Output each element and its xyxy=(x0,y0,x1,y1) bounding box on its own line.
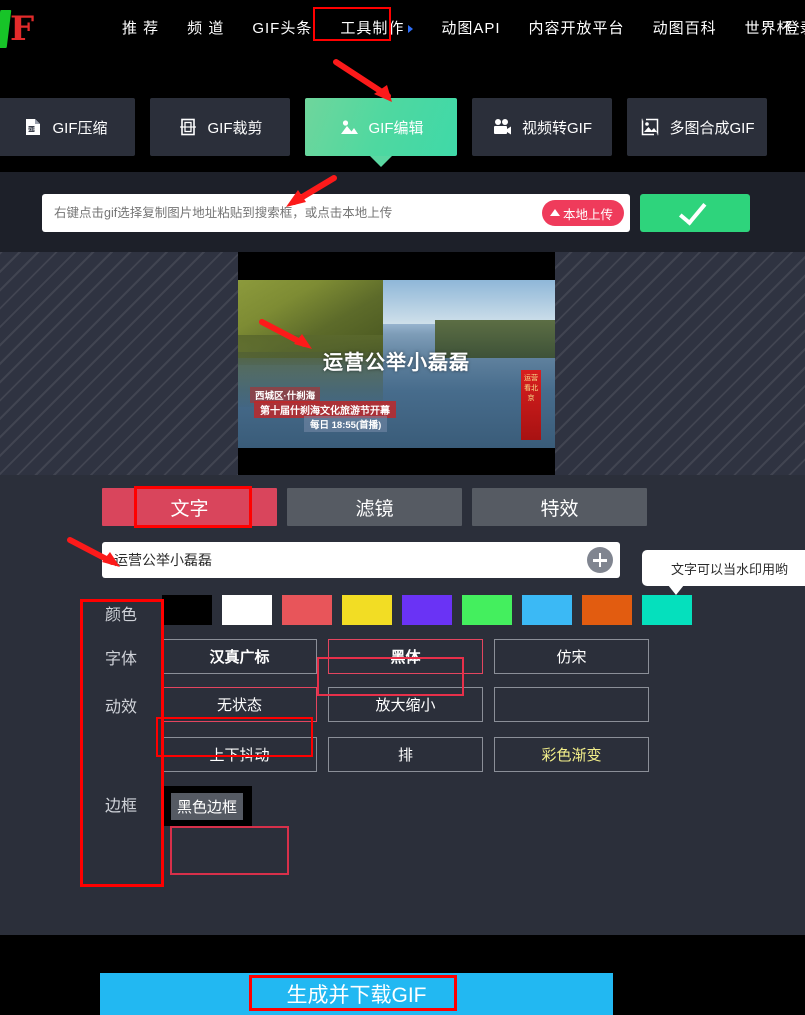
color-swatch-coral-red[interactable] xyxy=(282,595,332,625)
color-swatch-teal[interactable] xyxy=(642,595,692,625)
option-rows: 颜色 字体 汉真广标 黑体 仿宋 动效 无状态 放大缩小 上下抖动 排 彩色渐变… xyxy=(102,595,692,835)
gif-preview-frame[interactable]: 运营公举小磊磊 西城区·什刹海 第十届什刹海文化旅游节开幕 每日 18:55(首… xyxy=(238,252,555,475)
animation-option-none[interactable]: 无状态 xyxy=(162,687,317,722)
font-option-hanzhenguangbiao[interactable]: 汉真广标 xyxy=(162,639,317,674)
tool-tab-gif-crop-label: GIF裁剪 xyxy=(207,119,263,137)
logo-f-letter: F xyxy=(10,9,35,49)
font-row: 字体 汉真广标 黑体 仿宋 xyxy=(102,639,662,674)
watermark-text: 运营公举小磊磊 xyxy=(323,352,470,374)
border-row-label: 边框 xyxy=(105,798,138,815)
tool-tab-gif-crop[interactable]: GIF裁剪 xyxy=(150,98,290,156)
chevron-right-icon xyxy=(408,25,414,34)
text-input-container xyxy=(102,542,620,578)
gif-url-input[interactable] xyxy=(42,206,542,220)
tool-tab-multi-image-gif[interactable]: 多图合成GIF xyxy=(627,98,767,156)
check-icon xyxy=(678,196,707,226)
tool-tab-video-to-gif[interactable]: 视频转GIF xyxy=(472,98,612,156)
animation-option-arrange[interactable]: 排 xyxy=(328,737,483,772)
zip-file-icon: ZIP xyxy=(23,117,43,137)
animation-options: 无状态 放大缩小 上下抖动 排 彩色渐变 xyxy=(162,687,649,772)
nav-item-tool-make[interactable]: 工具制作 xyxy=(326,0,427,58)
preview-subtitle-schedule: 每日 18:55(首播) xyxy=(304,416,388,432)
animation-row-label: 动效 xyxy=(105,699,138,716)
nav-item-api[interactable]: 动图API xyxy=(427,0,514,58)
add-text-button[interactable] xyxy=(587,547,613,573)
text-input-row xyxy=(102,542,620,578)
panel-tabs: 文字 滤镜 特效 xyxy=(102,488,647,526)
border-options: 黑色边框 xyxy=(162,786,252,826)
search-box: 本地上传 xyxy=(42,194,630,232)
color-swatch-purple[interactable] xyxy=(402,595,452,625)
local-upload-button[interactable]: 本地上传 xyxy=(541,200,624,226)
watermark-tooltip-text: 文字可以当水印用哟 xyxy=(670,561,788,577)
color-swatch-sky-blue[interactable] xyxy=(522,595,572,625)
color-swatch-black[interactable] xyxy=(162,595,212,625)
video-camera-icon xyxy=(492,117,512,137)
color-swatch-orange[interactable] xyxy=(582,595,632,625)
nav-item-wiki[interactable]: 动图百科 xyxy=(639,0,731,58)
tool-tabs: ZIP GIF压缩 GIF裁剪 GIF编辑 视频转GIF 多图合成GIF xyxy=(0,98,805,167)
nav-links: 推 荐 频 道 GIF头条 工具制作 动图API 内容开放平台 动图百科 世界杯… xyxy=(108,0,805,58)
footer-area: 生成并下载GIF xyxy=(0,935,805,1015)
border-row: 边框 黑色边框 xyxy=(102,786,662,826)
border-option-black-label: 黑色边框 xyxy=(170,792,243,820)
animation-options-row-2: 上下抖动 排 彩色渐变 xyxy=(162,737,649,772)
tool-tab-gif-edit-label: GIF编辑 xyxy=(368,119,424,137)
site-logo[interactable]: F xyxy=(0,8,38,50)
local-upload-label: 本地上传 xyxy=(562,207,613,222)
watermark-text-input[interactable] xyxy=(102,552,587,568)
color-swatches xyxy=(162,595,692,625)
color-row-label: 颜色 xyxy=(105,607,138,624)
font-option-heiti[interactable]: 黑体 xyxy=(328,639,483,674)
animation-options-row-1: 无状态 放大缩小 xyxy=(162,687,649,722)
page-root: F 推 荐 频 道 GIF头条 工具制作 动图API 内容开放平台 动图百科 世… xyxy=(0,0,805,1015)
tab-text[interactable]: 文字 xyxy=(102,488,277,526)
watermark-tooltip: 文字可以当水印用哟 xyxy=(642,550,805,595)
tool-tab-video-to-gif-label: 视频转GIF xyxy=(522,119,592,137)
confirm-button[interactable] xyxy=(640,194,750,232)
tab-filter[interactable]: 滤镜 xyxy=(287,488,462,526)
svg-text:ZIP: ZIP xyxy=(27,127,35,133)
font-options: 汉真广标 黑体 仿宋 xyxy=(162,639,649,674)
nav-item-tool-make-label: 工具制作 xyxy=(340,20,405,37)
sky-region xyxy=(358,280,555,324)
animation-option-color-gradient[interactable]: 彩色渐变 xyxy=(494,737,649,772)
animation-option-empty[interactable] xyxy=(494,687,649,722)
multi-image-icon xyxy=(640,117,660,137)
animation-row: 动效 无状态 放大缩小 上下抖动 排 彩色渐变 xyxy=(102,687,662,772)
font-row-label: 字体 xyxy=(105,651,138,668)
image-edit-icon xyxy=(339,117,359,137)
tool-tab-gif-compress-label: GIF压缩 xyxy=(52,119,108,137)
tool-tab-gif-edit[interactable]: GIF编辑 xyxy=(305,98,457,167)
preview-area: 运营公举小磊磊 西城区·什刹海 第十届什刹海文化旅游节开幕 每日 18:55(首… xyxy=(0,252,805,475)
generate-download-gif-button[interactable]: 生成并下载GIF xyxy=(100,973,613,1015)
upload-arrow-icon xyxy=(549,208,560,216)
nav-item-recommend[interactable]: 推 荐 xyxy=(108,0,173,58)
tool-tab-multi-image-gif-label: 多图合成GIF xyxy=(669,119,755,137)
active-tab-pointer xyxy=(370,156,392,167)
nav-item-channel[interactable]: 频 道 xyxy=(173,0,238,58)
animation-option-shake-vertical[interactable]: 上下抖动 xyxy=(162,737,317,772)
edit-panel: 文字 滤镜 特效 颜色 xyxy=(0,475,805,935)
preview-red-banner: 运营看北京 xyxy=(521,370,541,440)
gif-preview-image: 运营公举小磊磊 西城区·什刹海 第十届什刹海文化旅游节开幕 每日 18:55(首… xyxy=(238,280,555,448)
nav-item-open-platform[interactable]: 内容开放平台 xyxy=(515,0,639,58)
tab-effect[interactable]: 特效 xyxy=(472,488,647,526)
color-row: 颜色 xyxy=(102,595,692,625)
top-navigation-bar: F 推 荐 频 道 GIF头条 工具制作 动图API 内容开放平台 动图百科 世… xyxy=(0,0,805,58)
color-swatch-yellow[interactable] xyxy=(342,595,392,625)
upload-section: 本地上传 xyxy=(0,172,805,252)
font-option-fangsong[interactable]: 仿宋 xyxy=(494,639,649,674)
border-option-black[interactable]: 黑色边框 xyxy=(162,786,252,826)
login-link[interactable]: 登录 xyxy=(785,0,805,58)
animation-option-zoom[interactable]: 放大缩小 xyxy=(328,687,483,722)
nav-item-gif-headline[interactable]: GIF头条 xyxy=(238,0,326,58)
color-swatch-white[interactable] xyxy=(222,595,272,625)
tool-tab-gif-compress[interactable]: ZIP GIF压缩 xyxy=(0,98,135,156)
crop-icon xyxy=(178,117,198,137)
color-swatch-green[interactable] xyxy=(462,595,512,625)
